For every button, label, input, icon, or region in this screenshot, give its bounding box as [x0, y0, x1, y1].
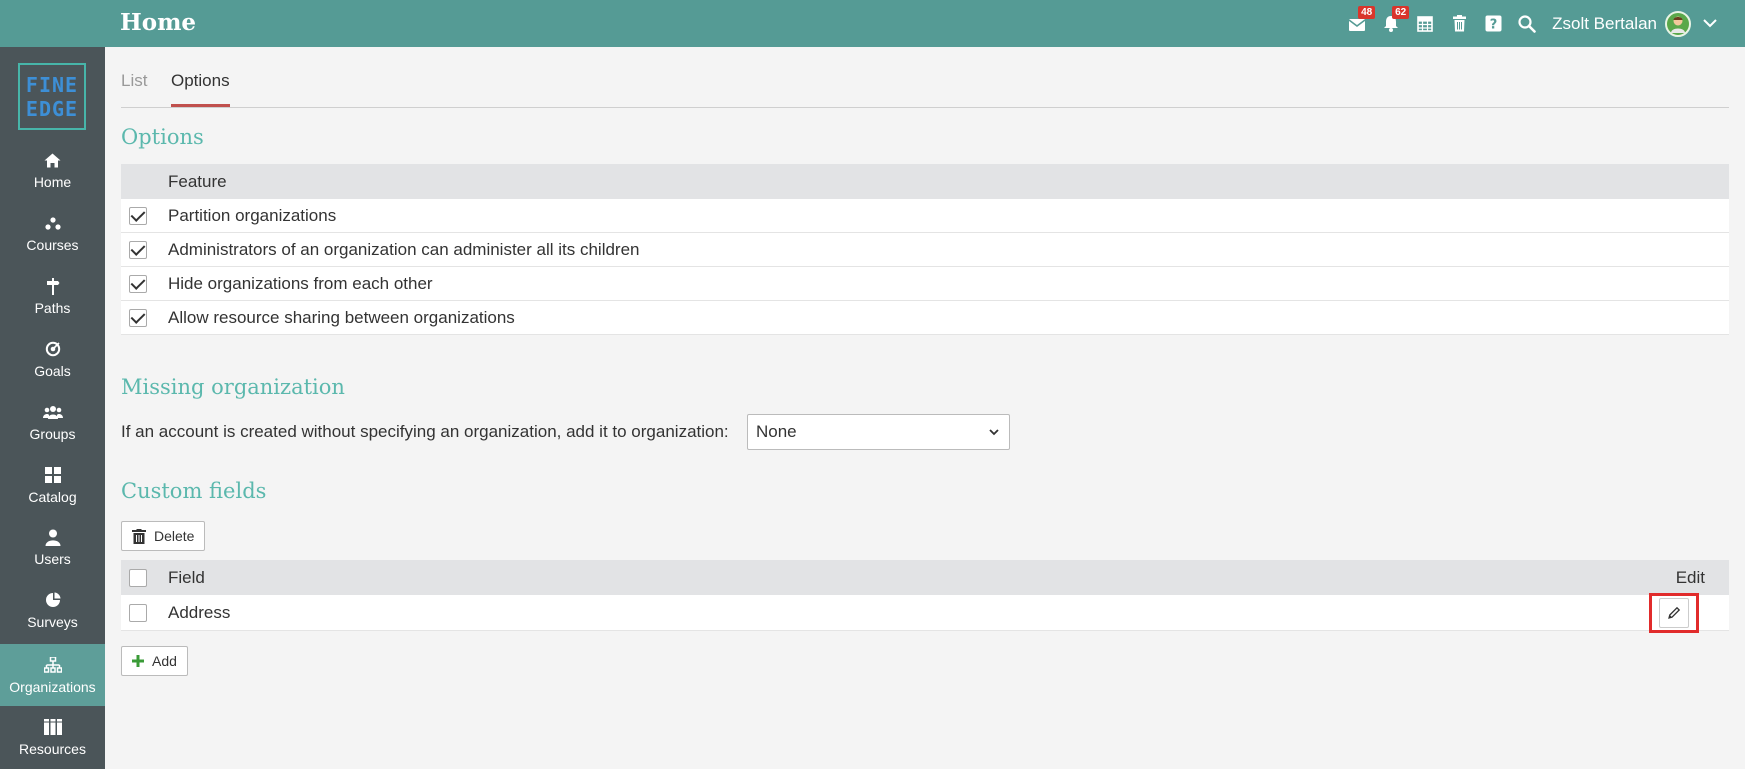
add-button-label: Add — [152, 653, 177, 669]
feature-column-header: Feature — [168, 171, 227, 191]
feature-label: Hide organizations from each other — [168, 273, 433, 293]
trash-button[interactable] — [1442, 0, 1476, 47]
sidebar-item-resources[interactable]: Resources — [0, 707, 105, 767]
sidebar-item-label: Paths — [34, 300, 71, 316]
fine-edge-logo[interactable]: FINE EDGE — [18, 63, 86, 130]
user-avatar-icon — [1671, 16, 1685, 33]
trash-icon — [1452, 15, 1466, 32]
delete-button-label: Delete — [154, 528, 195, 544]
custom-fields-table: Field Edit Address — [121, 560, 1729, 633]
hide-organizations-checkbox[interactable] — [129, 274, 147, 293]
trash-icon — [132, 528, 146, 544]
chevron-down-icon[interactable] — [1703, 19, 1717, 28]
logo-line-2: EDGE — [25, 96, 79, 121]
select-all-checkbox[interactable] — [129, 568, 147, 587]
messages-button[interactable]: 48 — [1340, 0, 1376, 47]
sidebar-item-label: Organizations — [9, 679, 96, 695]
sidebar-item-label: Catalog — [28, 489, 77, 505]
groups-icon — [42, 402, 63, 422]
user-icon — [45, 527, 61, 547]
sidebar-item-label: Users — [34, 551, 71, 567]
target-icon — [45, 339, 61, 359]
sidebar-item-users[interactable]: Users — [0, 517, 105, 577]
options-table: Feature Partition organizations Administ… — [121, 164, 1729, 335]
sidebar-item-home[interactable]: Home — [0, 140, 105, 200]
sidebar-item-surveys[interactable]: Surveys — [0, 580, 105, 640]
table-header: Feature — [121, 164, 1729, 199]
page-title: Home — [120, 9, 197, 36]
edit-column-header: Edit — [1675, 567, 1705, 587]
sidebar-item-paths[interactable]: Paths — [0, 266, 105, 326]
resource-sharing-checkbox[interactable] — [129, 308, 147, 327]
feature-label: Allow resource sharing between organizat… — [168, 307, 515, 327]
home-icon — [44, 150, 61, 170]
add-button[interactable]: Add — [121, 646, 188, 676]
field-label: Address — [168, 602, 231, 622]
edit-button-frame — [1659, 597, 1689, 628]
pie-icon — [45, 590, 61, 610]
active-tab-indicator — [171, 104, 230, 107]
pencil-icon — [1668, 606, 1681, 619]
sidebar-item-label: Goals — [34, 363, 71, 379]
top-toolbar: 48 62 ? Zsolt Bertalan — [1340, 0, 1717, 47]
search-button[interactable] — [1510, 0, 1544, 47]
address-row-checkbox[interactable] — [129, 603, 147, 622]
feature-label: Administrators of an organization can ad… — [168, 239, 640, 259]
tab-bar: List Options — [121, 47, 1729, 108]
svg-text:?: ? — [1489, 18, 1497, 33]
courses-icon — [44, 213, 61, 233]
table-row: Partition organizations — [121, 199, 1729, 233]
organization-select-value: None — [756, 422, 797, 441]
sidebar-item-courses[interactable]: Courses — [0, 203, 105, 263]
sidebar-item-label: Courses — [26, 237, 79, 253]
logo-line-1: FINE — [25, 72, 79, 97]
sidebar-item-label: Resources — [19, 741, 86, 757]
signpost-icon — [46, 276, 60, 296]
messages-badge: 48 — [1358, 6, 1376, 19]
org-chart-icon — [43, 655, 62, 675]
avatar[interactable] — [1665, 10, 1691, 37]
table-row: Administrators of an organization can ad… — [121, 233, 1729, 267]
missing-organization-title: Missing organization — [121, 375, 345, 399]
sidebar-item-organizations[interactable]: Organizations — [0, 644, 105, 706]
grid-icon — [44, 465, 61, 485]
plus-icon — [132, 655, 144, 667]
notifications-badge: 62 — [1392, 6, 1410, 19]
books-icon — [43, 717, 62, 737]
sidebar-item-groups[interactable]: Groups — [0, 392, 105, 452]
top-bar: Home 48 62 ? Zsolt Bertalan — [0, 0, 1745, 47]
organization-select[interactable]: None — [747, 414, 1010, 450]
table-row: Hide organizations from each other — [121, 267, 1729, 301]
custom-fields-title: Custom fields — [121, 479, 267, 503]
notifications-button[interactable]: 62 — [1374, 0, 1410, 47]
sidebar-item-label: Groups — [29, 426, 76, 442]
sidebar-item-label: Home — [33, 174, 72, 190]
missing-organization-label: If an account is created without specify… — [121, 422, 729, 441]
user-name[interactable]: Zsolt Bertalan — [1552, 14, 1657, 34]
sidebar-item-goals[interactable]: Goals — [0, 329, 105, 389]
tab-list[interactable]: List — [121, 71, 147, 91]
help-button[interactable]: ? — [1476, 0, 1510, 47]
calendar-icon — [1417, 15, 1433, 32]
sidebar: FINE EDGE Home Courses Paths Goals Group… — [0, 47, 105, 769]
admin-children-checkbox[interactable] — [129, 240, 147, 259]
search-icon — [1518, 14, 1536, 33]
table-row: Address — [121, 592, 1729, 633]
feature-label: Partition organizations — [168, 205, 337, 225]
table-header: Field Edit — [121, 560, 1729, 595]
table-row: Allow resource sharing between organizat… — [121, 301, 1729, 335]
tab-options[interactable]: Options — [171, 71, 230, 91]
sidebar-item-label: Surveys — [27, 614, 78, 630]
edit-address-button[interactable] — [1649, 592, 1699, 633]
options-title: Options — [121, 125, 204, 149]
calendar-button[interactable] — [1408, 0, 1442, 47]
field-column-header: Field — [168, 567, 205, 587]
chevron-down-icon — [989, 428, 999, 435]
delete-button[interactable]: Delete — [121, 521, 206, 551]
partition-checkbox[interactable] — [129, 206, 147, 225]
help-icon: ? — [1485, 15, 1502, 32]
sidebar-item-catalog[interactable]: Catalog — [0, 455, 105, 515]
